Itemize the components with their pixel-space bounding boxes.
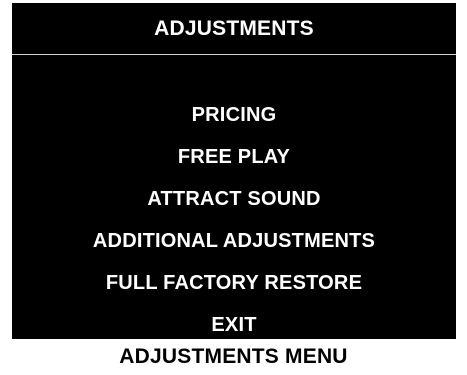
adjustments-screen: ADJUSTMENTS PRICING FREE PLAY ATTRACT SO… — [12, 3, 456, 339]
adjustments-menu: PRICING FREE PLAY ATTRACT SOUND ADDITION… — [12, 94, 456, 346]
title-divider — [12, 54, 456, 55]
figure-caption: ADJUSTMENTS MENU — [119, 345, 348, 368]
menu-item-attract-sound[interactable]: ATTRACT SOUND — [12, 178, 456, 220]
screen-title: ADJUSTMENTS — [154, 16, 314, 40]
menu-item-full-factory-restore[interactable]: FULL FACTORY RESTORE — [12, 262, 456, 304]
menu-item-additional-adjustments[interactable]: ADDITIONAL ADJUSTMENTS — [12, 220, 456, 262]
menu-item-pricing[interactable]: PRICING — [12, 94, 456, 136]
menu-item-free-play[interactable]: FREE PLAY — [12, 136, 456, 178]
